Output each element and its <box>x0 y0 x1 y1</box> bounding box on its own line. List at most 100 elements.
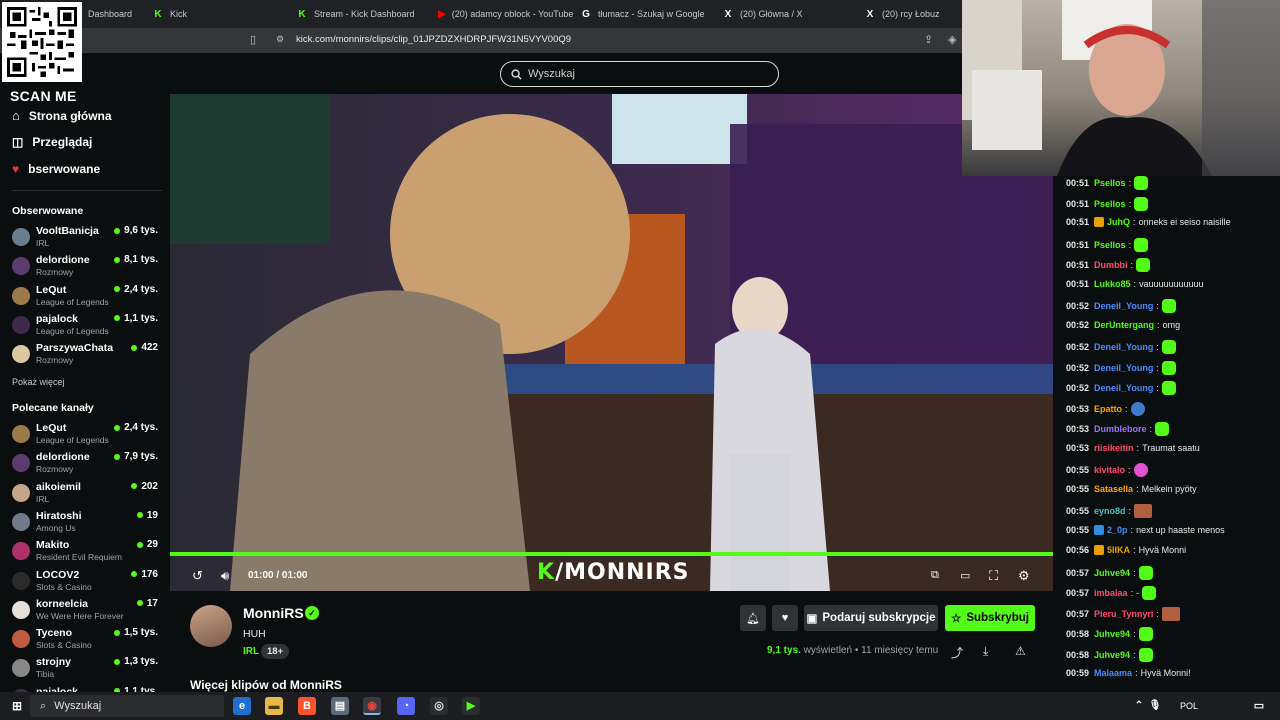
video-player[interactable] <box>170 94 1053 591</box>
progress-bar[interactable] <box>170 552 1053 556</box>
taskbar-search[interactable]: ⌕ Wyszukaj <box>30 695 224 717</box>
follow-button[interactable]: ♥ <box>772 605 798 631</box>
chat-username[interactable]: Psellos <box>1094 199 1126 209</box>
sidebar-channel[interactable]: Tyceno Slots & Casino 1,5 tys. <box>12 627 162 655</box>
sidebar-channel[interactable]: delordione Rozmowy 7,9 tys. <box>12 451 162 479</box>
replay-icon[interactable]: ↺ <box>192 568 203 584</box>
viewer-count: 176 <box>131 569 158 580</box>
edge-icon[interactable]: e <box>233 697 251 715</box>
gift-subs-button[interactable]: ▣ Podaruj subskrypcje <box>804 605 938 631</box>
live-dot-icon <box>114 424 121 431</box>
channel-category: Rozmowy <box>36 355 74 366</box>
obs-icon[interactable]: ◎ <box>430 697 448 715</box>
brave-icon[interactable]: B <box>298 697 316 715</box>
chat-username[interactable]: imbalaa <box>1094 588 1128 598</box>
channel-name[interactable]: MonniRS <box>243 605 304 621</box>
download-icon[interactable]: ⤓ <box>983 644 988 659</box>
chat-username[interactable]: Lukko85 <box>1094 279 1131 289</box>
volume-icon[interactable]: 🔊︎ <box>221 568 229 584</box>
sidebar-channel[interactable]: strojny Tibia 1,3 tys. <box>12 656 162 684</box>
discord-icon[interactable]: ◔ <box>397 697 415 715</box>
chat-username[interactable]: Dumbbi <box>1094 260 1128 270</box>
browser-tab[interactable]: X (20) Główna / X <box>722 0 857 28</box>
channel-avatar <box>12 454 30 473</box>
chat-username[interactable]: Juhve94 <box>1094 650 1130 660</box>
chat-username[interactable]: JuhQ <box>1107 217 1130 227</box>
share-icon[interactable]: ⇪ <box>924 33 933 46</box>
chat-username[interactable]: 2_0p <box>1107 525 1128 535</box>
chat-username[interactable]: Deneil_Young <box>1094 383 1153 393</box>
subscribe-button[interactable]: ☆ Subskrybuj <box>945 605 1035 631</box>
pip-icon[interactable]: ⧉ <box>931 569 939 582</box>
streamer-app-icon[interactable]: ▶ <box>462 697 480 715</box>
viewer-count-value: 202 <box>141 480 158 492</box>
chat-username[interactable]: Juhve94 <box>1094 568 1130 578</box>
chat-username[interactable]: Deneil_Young <box>1094 363 1153 373</box>
chat-username[interactable]: eyno8d <box>1094 506 1126 516</box>
chat-username[interactable]: Pieru_Tynnyri <box>1094 609 1153 619</box>
chat-username[interactable]: Dumblebore <box>1094 424 1147 434</box>
chat-text: Hyvä Monni! <box>1140 668 1191 678</box>
settings-icon[interactable]: ⚙ <box>1018 568 1030 584</box>
emote-icon <box>1134 237 1149 252</box>
chat-text: Hyvä Monni <box>1138 545 1187 555</box>
chat-username[interactable]: Epatto <box>1094 404 1122 414</box>
extension-icon[interactable]: ◈ <box>948 33 956 46</box>
sidebar-channel[interactable]: pajalock League of Legends 1,1 tys. <box>12 313 162 341</box>
language-indicator[interactable]: POL <box>1180 701 1198 711</box>
sidebar-channel[interactable]: aikoiemil IRL 202 <box>12 481 162 509</box>
chat-colon: : <box>1135 668 1138 678</box>
nav-browse[interactable]: ◫ Przeglądaj <box>12 135 92 149</box>
site-info-icon[interactable]: ⚙ <box>276 34 284 45</box>
sidebar-channel[interactable]: Hiratoshi Among Us 19 <box>12 510 162 538</box>
chat-username[interactable]: 5IIKA <box>1107 545 1130 555</box>
mic-icon[interactable]: 🎙︎ <box>1146 697 1164 715</box>
browser-tab[interactable]: K Stream - Kick Dashboard <box>296 0 431 28</box>
nav-following[interactable]: ♥ bserwowane <box>12 162 100 176</box>
app-icon[interactable]: ▤ <box>331 697 349 715</box>
show-more-link[interactable]: Pokaż więcej <box>12 377 65 387</box>
browser-tab[interactable]: X (20) rcy Łobuz <box>864 0 959 28</box>
x-icon: X <box>724 8 732 20</box>
chat-username[interactable]: riisikeitin <box>1094 443 1134 453</box>
theater-icon[interactable]: ▭ <box>960 569 970 582</box>
viewer-count-value: 9,6 tys. <box>124 225 158 236</box>
chat-username[interactable]: kivitalo <box>1094 465 1125 475</box>
category-tag[interactable]: IRL <box>243 646 259 657</box>
chat-username[interactable]: DerUntergang <box>1094 320 1154 330</box>
chat-username[interactable]: Malaama <box>1094 668 1132 678</box>
notification-button[interactable]: 🔔︎ <box>740 605 766 631</box>
report-icon[interactable]: ⚠ <box>1015 644 1026 658</box>
chat-username[interactable]: Satasella <box>1094 484 1133 494</box>
chat-timestamp: 00:51 <box>1066 178 1090 188</box>
viewer-count: 17 <box>136 598 158 609</box>
browser-tab[interactable]: K Kick <box>152 0 272 28</box>
search-input[interactable]: Wyszukaj <box>500 61 779 87</box>
chat-username[interactable]: Deneil_Young <box>1094 342 1153 352</box>
chat-username[interactable]: Psellos <box>1094 178 1126 188</box>
sidebar-channel[interactable]: VooltBanicja IRL 9,6 tys. <box>12 225 162 253</box>
share-icon[interactable]: ⤴ <box>951 644 963 661</box>
channel-avatar[interactable] <box>190 605 232 647</box>
nav-home[interactable]: ⌂ Strona główna <box>12 108 112 123</box>
notifications-icon[interactable]: ▭ <box>1250 697 1268 715</box>
folder-icon[interactable]: ▬ <box>265 697 283 715</box>
sidebar-channel[interactable]: delordione Rozmowy 8,1 tys. <box>12 254 162 282</box>
chat-username[interactable]: Psellos <box>1094 240 1126 250</box>
sidebar-channel[interactable]: LOCOV2 Slots & Casino 176 <box>12 569 162 597</box>
chat-username[interactable]: Juhve94 <box>1094 629 1130 639</box>
bookmark-icon[interactable]: ▯ <box>250 33 256 46</box>
chrome-icon[interactable]: ◉ <box>363 697 381 715</box>
viewer-count-value: 7,9 tys. <box>124 451 158 463</box>
sidebar-channel[interactable]: Makito Resident Evil Requiem 29 <box>12 539 162 567</box>
chat-username[interactable]: Deneil_Young <box>1094 301 1153 311</box>
sidebar-channel[interactable]: ParszywaChata Rozmowy 422 <box>12 342 162 370</box>
sidebar-channel[interactable]: LeQut League of Legends 2,4 tys. <box>12 284 162 312</box>
windows-start-icon[interactable]: ⊞ <box>8 697 26 715</box>
browser-tab[interactable]: ▶ (20) adamcy oblock - YouTube <box>438 0 573 28</box>
fullscreen-icon[interactable]: ⛶ <box>989 568 998 584</box>
browser-tab[interactable]: Gtłumacz - Szukaj w Google <box>580 0 715 28</box>
sidebar-channel[interactable]: korneelcia We Were Here Forever 17 <box>12 598 162 626</box>
sidebar-channel[interactable]: LeQut League of Legends 2,4 tys. <box>12 422 162 450</box>
url-text[interactable]: kick.com/monnirs/clips/clip_01JPZDZXHDRP… <box>296 34 571 45</box>
